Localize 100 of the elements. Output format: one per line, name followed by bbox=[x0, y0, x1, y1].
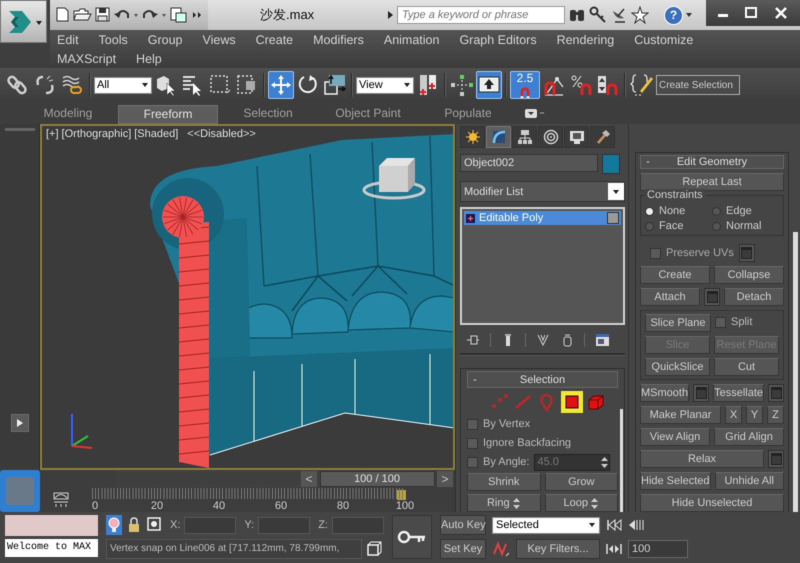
save-icon[interactable] bbox=[94, 6, 111, 24]
checkbox[interactable] bbox=[467, 456, 478, 468]
next-frame-button[interactable]: > bbox=[437, 471, 453, 487]
panel-button[interactable]: Hide Unselected bbox=[640, 494, 784, 512]
axis-button[interactable]: X bbox=[725, 406, 742, 424]
radio-button[interactable] bbox=[645, 206, 654, 216]
curve-editor-icon[interactable] bbox=[52, 492, 70, 508]
project-folder-icon[interactable] bbox=[169, 6, 188, 24]
viewport-label[interactable]: <<Disabled>> bbox=[187, 128, 256, 140]
isolate-toggle[interactable] bbox=[106, 515, 122, 535]
script-input-field[interactable] bbox=[5, 515, 98, 536]
panel-button[interactable]: Grid Align bbox=[714, 428, 784, 446]
panel-button[interactable]: Cut bbox=[714, 358, 779, 376]
scrollbar[interactable] bbox=[793, 232, 798, 512]
time-configuration-icon[interactable] bbox=[606, 543, 622, 555]
spinner-icon[interactable] bbox=[590, 496, 599, 510]
modifier-list-dropdown[interactable]: Modifier List bbox=[460, 181, 625, 202]
menu-item[interactable]: Edit bbox=[50, 32, 86, 46]
radio-button[interactable] bbox=[712, 222, 721, 230]
snap-toggle[interactable]: 2.5 bbox=[510, 71, 540, 99]
panel-button[interactable]: View Align bbox=[640, 428, 710, 446]
panel-button[interactable]: Tessellate bbox=[713, 384, 764, 402]
time-slider-marker[interactable] bbox=[397, 490, 406, 500]
menu-item[interactable]: MAXScript bbox=[50, 52, 124, 66]
panel-button[interactable]: Attach bbox=[640, 288, 700, 306]
satellite-dish-icon[interactable] bbox=[610, 6, 628, 24]
ribbon-tab[interactable]: Object Paint bbox=[318, 105, 418, 124]
viewport-label[interactable]: [Orthographic] bbox=[62, 128, 132, 140]
panel-button[interactable]: Repeat Last bbox=[640, 173, 784, 191]
panel-tab[interactable] bbox=[564, 126, 589, 148]
viewport-label[interactable]: [+] bbox=[46, 128, 59, 140]
panel-button[interactable]: Detach bbox=[724, 288, 784, 306]
set-key-mode-button[interactable] bbox=[392, 515, 432, 559]
coordinate-field[interactable] bbox=[332, 516, 384, 534]
panel-button[interactable]: Make Planar bbox=[640, 406, 721, 424]
stack-item[interactable]: Editable Poly bbox=[464, 211, 621, 226]
panel-button[interactable]: Unhide All bbox=[714, 472, 784, 490]
modifier-stack[interactable]: Editable Poly bbox=[460, 207, 625, 324]
keyboard-override-button[interactable] bbox=[476, 71, 502, 99]
panel-button[interactable]: Create bbox=[640, 266, 710, 284]
spinner-icon[interactable] bbox=[512, 496, 521, 510]
menu-item[interactable]: Animation bbox=[376, 32, 446, 46]
menu-item[interactable]: Rendering bbox=[550, 32, 622, 46]
viewport-label[interactable]: [Shaded] bbox=[134, 128, 178, 140]
rollout-header[interactable]: - Edit Geometry bbox=[640, 155, 784, 169]
play-button[interactable] bbox=[10, 414, 28, 432]
menu-item[interactable]: Group bbox=[140, 32, 190, 46]
checkbox[interactable] bbox=[467, 418, 478, 430]
move-button[interactable] bbox=[268, 71, 294, 99]
menu-item[interactable]: Modifiers bbox=[306, 32, 371, 46]
panel-button[interactable]: MSmooth bbox=[640, 384, 690, 402]
panel-button[interactable]: Shrink bbox=[467, 473, 540, 491]
panel-button[interactable]: Ring bbox=[467, 494, 540, 512]
pin-stack-icon[interactable] bbox=[466, 333, 480, 348]
search-field[interactable]: Type a keyword or phrase bbox=[397, 6, 565, 24]
expand-plus-icon[interactable] bbox=[466, 214, 475, 223]
panel-tab[interactable] bbox=[486, 126, 511, 148]
menu-item[interactable]: Tools bbox=[92, 32, 135, 46]
expand-arrow-icon[interactable] bbox=[386, 9, 394, 21]
key-mode-dropdown[interactable]: Selected bbox=[492, 516, 600, 534]
polygon-level-button[interactable] bbox=[560, 391, 582, 413]
panel-tab[interactable] bbox=[512, 126, 537, 148]
axis-button[interactable]: Z bbox=[767, 406, 784, 424]
go-to-start-icon[interactable] bbox=[606, 519, 622, 531]
spinner-icon[interactable] bbox=[600, 456, 610, 468]
previous-key-icon[interactable] bbox=[628, 519, 644, 531]
previous-frame-button[interactable]: < bbox=[301, 471, 317, 487]
coordinate-field[interactable] bbox=[184, 516, 236, 534]
coordinate-field[interactable] bbox=[258, 516, 310, 534]
panel-button[interactable]: Hide Selected bbox=[640, 472, 710, 490]
rollout-header[interactable]: - Selection bbox=[467, 371, 618, 388]
radio-button[interactable] bbox=[645, 222, 654, 230]
panel-tab[interactable] bbox=[460, 126, 485, 148]
new-file-icon[interactable] bbox=[54, 6, 71, 24]
key-icon[interactable] bbox=[589, 6, 607, 24]
caret-icon[interactable] bbox=[686, 12, 692, 18]
named-selection-field[interactable]: Create Selection bbox=[656, 75, 740, 95]
dropdown[interactable]: All bbox=[94, 76, 152, 94]
application-button[interactable] bbox=[0, 0, 47, 43]
viewport[interactable]: [+] [Orthographic] [Shaded] <<Disabled>> bbox=[40, 124, 455, 470]
panel-button[interactable]: QuickSlice bbox=[645, 358, 710, 376]
checkbox[interactable] bbox=[715, 316, 726, 328]
key-filters-button[interactable]: Key Filters... bbox=[516, 539, 600, 559]
menu-item[interactable]: Graph Editors bbox=[452, 32, 544, 46]
object-color-swatch[interactable] bbox=[602, 154, 620, 174]
viewport-thumbnail[interactable] bbox=[0, 470, 40, 512]
auto-key-button[interactable]: Auto Key bbox=[440, 515, 486, 535]
ribbon-tab[interactable]: Freeform bbox=[118, 105, 218, 124]
menu-item[interactable]: Create bbox=[248, 32, 300, 46]
collapse-toggle[interactable]: - bbox=[641, 156, 655, 168]
panel-button[interactable]: Grow bbox=[544, 473, 618, 491]
panel-button[interactable]: Collapse bbox=[714, 266, 784, 284]
checkbox[interactable] bbox=[650, 248, 661, 258]
set-key-button[interactable]: Set Key bbox=[440, 539, 486, 559]
lock-toggle[interactable] bbox=[126, 515, 142, 535]
ribbon-tab[interactable]: Populate bbox=[418, 105, 518, 124]
ribbon-tab[interactable]: Modeling bbox=[18, 105, 118, 124]
make-unique-icon[interactable] bbox=[536, 333, 550, 348]
viewcube-icon[interactable] bbox=[362, 158, 426, 200]
object-name-field[interactable]: Object002 bbox=[460, 154, 598, 172]
